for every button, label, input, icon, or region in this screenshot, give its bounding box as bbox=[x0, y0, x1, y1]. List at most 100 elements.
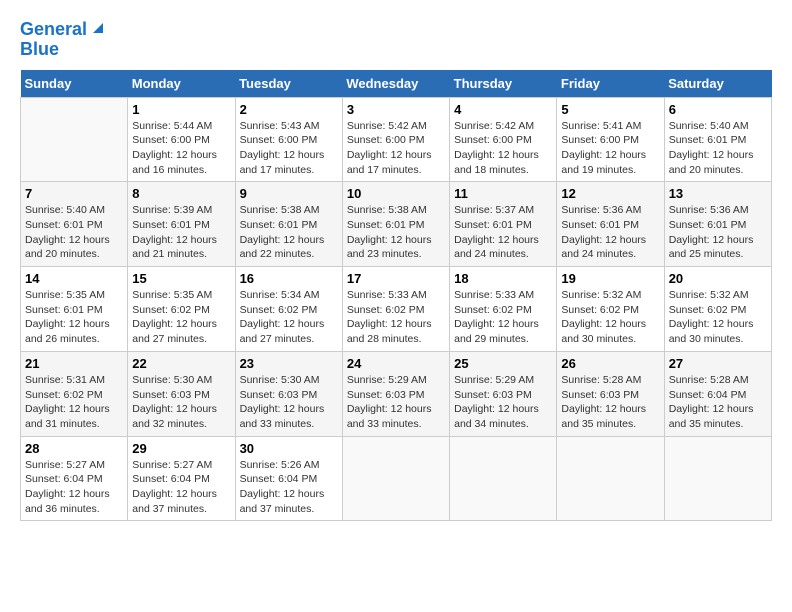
day-info: Sunrise: 5:31 AMSunset: 6:02 PMDaylight:… bbox=[25, 373, 123, 432]
calendar-cell bbox=[342, 436, 449, 521]
day-number: 21 bbox=[25, 356, 123, 371]
calendar-cell: 14 Sunrise: 5:35 AMSunset: 6:01 PMDayligh… bbox=[21, 267, 128, 352]
calendar-cell: 3Sunrise: 5:42 AMSunset: 6:00 PMDaylight… bbox=[342, 97, 449, 182]
calendar-cell: 9 Sunrise: 5:38 AMSunset: 6:01 PMDaylight… bbox=[235, 182, 342, 267]
calendar-cell bbox=[450, 436, 557, 521]
day-number: 19 bbox=[561, 271, 659, 286]
day-info: Sunrise: 5:40 AMSunset: 6:01 PMDaylight:… bbox=[25, 203, 123, 262]
day-info: Sunrise: 5:33 AMSunset: 6:02 PMDaylight:… bbox=[347, 288, 445, 347]
day-info: Sunrise: 5:28 AMSunset: 6:03 PMDaylight:… bbox=[561, 373, 659, 432]
day-info: Sunrise: 5:36 AMSunset: 6:01 PMDaylight:… bbox=[669, 203, 767, 262]
calendar-cell: 23 Sunrise: 5:30 AMSunset: 6:03 PMDayligh… bbox=[235, 351, 342, 436]
day-number: 7 bbox=[25, 186, 123, 201]
day-number: 8 bbox=[132, 186, 230, 201]
day-info: Sunrise: 5:26 AMSunset: 6:04 PMDaylight:… bbox=[240, 458, 338, 517]
day-number: 29 bbox=[132, 441, 230, 456]
calendar-table: SundayMondayTuesdayWednesdayThursdayFrid… bbox=[20, 70, 772, 522]
day-number: 27 bbox=[669, 356, 767, 371]
logo-blue: Blue bbox=[20, 40, 59, 60]
day-number: 30 bbox=[240, 441, 338, 456]
day-info: Sunrise: 5:32 AMSunset: 6:02 PMDaylight:… bbox=[669, 288, 767, 347]
calendar-cell: 15 Sunrise: 5:35 AMSunset: 6:02 PMDayligh… bbox=[128, 267, 235, 352]
day-number: 16 bbox=[240, 271, 338, 286]
day-info: Sunrise: 5:32 AMSunset: 6:02 PMDaylight:… bbox=[561, 288, 659, 347]
calendar-cell: 30 Sunrise: 5:26 AMSunset: 6:04 PMDayligh… bbox=[235, 436, 342, 521]
day-number: 13 bbox=[669, 186, 767, 201]
day-number: 28 bbox=[25, 441, 123, 456]
calendar-cell: 26 Sunrise: 5:28 AMSunset: 6:03 PMDayligh… bbox=[557, 351, 664, 436]
week-row-4: 21 Sunrise: 5:31 AMSunset: 6:02 PMDayligh… bbox=[21, 351, 772, 436]
day-number: 2 bbox=[240, 102, 338, 117]
calendar-header: SundayMondayTuesdayWednesdayThursdayFrid… bbox=[21, 70, 772, 98]
calendar-cell: 17 Sunrise: 5:33 AMSunset: 6:02 PMDayligh… bbox=[342, 267, 449, 352]
day-info: Sunrise: 5:29 AMSunset: 6:03 PMDaylight:… bbox=[454, 373, 552, 432]
calendar-cell: 6Sunrise: 5:40 AMSunset: 6:01 PMDaylight… bbox=[664, 97, 771, 182]
header-tuesday: Tuesday bbox=[235, 70, 342, 98]
day-number: 4 bbox=[454, 102, 552, 117]
day-info: Sunrise: 5:27 AMSunset: 6:04 PMDaylight:… bbox=[25, 458, 123, 517]
week-row-3: 14 Sunrise: 5:35 AMSunset: 6:01 PMDayligh… bbox=[21, 267, 772, 352]
calendar-body: 1Sunrise: 5:44 AMSunset: 6:00 PMDaylight… bbox=[21, 97, 772, 521]
header-saturday: Saturday bbox=[664, 70, 771, 98]
calendar-cell: 20Sunrise: 5:32 AMSunset: 6:02 PMDayligh… bbox=[664, 267, 771, 352]
header-wednesday: Wednesday bbox=[342, 70, 449, 98]
day-info: Sunrise: 5:33 AMSunset: 6:02 PMDaylight:… bbox=[454, 288, 552, 347]
header-thursday: Thursday bbox=[450, 70, 557, 98]
calendar-cell: 25 Sunrise: 5:29 AMSunset: 6:03 PMDayligh… bbox=[450, 351, 557, 436]
day-info: Sunrise: 5:30 AMSunset: 6:03 PMDaylight:… bbox=[240, 373, 338, 432]
day-number: 10 bbox=[347, 186, 445, 201]
day-info: Sunrise: 5:43 AMSunset: 6:00 PMDaylight:… bbox=[240, 119, 338, 178]
calendar-cell: 16 Sunrise: 5:34 AMSunset: 6:02 PMDayligh… bbox=[235, 267, 342, 352]
day-number: 15 bbox=[132, 271, 230, 286]
day-number: 3 bbox=[347, 102, 445, 117]
day-info: Sunrise: 5:40 AMSunset: 6:01 PMDaylight:… bbox=[669, 119, 767, 178]
logo-icon bbox=[89, 19, 107, 37]
header-monday: Monday bbox=[128, 70, 235, 98]
day-number: 25 bbox=[454, 356, 552, 371]
day-info: Sunrise: 5:35 AMSunset: 6:01 PMDaylight:… bbox=[25, 288, 123, 347]
logo: General Blue bbox=[20, 20, 107, 60]
header-row: SundayMondayTuesdayWednesdayThursdayFrid… bbox=[21, 70, 772, 98]
day-number: 26 bbox=[561, 356, 659, 371]
calendar-cell: 29Sunrise: 5:27 AMSunset: 6:04 PMDayligh… bbox=[128, 436, 235, 521]
calendar-cell: 13 Sunrise: 5:36 AMSunset: 6:01 PMDayligh… bbox=[664, 182, 771, 267]
calendar-cell: 18 Sunrise: 5:33 AMSunset: 6:02 PMDayligh… bbox=[450, 267, 557, 352]
day-info: Sunrise: 5:34 AMSunset: 6:02 PMDaylight:… bbox=[240, 288, 338, 347]
calendar-cell: 2 Sunrise: 5:43 AMSunset: 6:00 PMDaylight… bbox=[235, 97, 342, 182]
day-number: 12 bbox=[561, 186, 659, 201]
calendar-cell: 10 Sunrise: 5:38 AMSunset: 6:01 PMDayligh… bbox=[342, 182, 449, 267]
week-row-2: 7 Sunrise: 5:40 AMSunset: 6:01 PMDaylight… bbox=[21, 182, 772, 267]
page-header: General Blue bbox=[20, 20, 772, 60]
calendar-cell: 4Sunrise: 5:42 AMSunset: 6:00 PMDaylight… bbox=[450, 97, 557, 182]
day-number: 9 bbox=[240, 186, 338, 201]
calendar-cell: 8Sunrise: 5:39 AMSunset: 6:01 PMDaylight… bbox=[128, 182, 235, 267]
day-info: Sunrise: 5:37 AMSunset: 6:01 PMDaylight:… bbox=[454, 203, 552, 262]
calendar-cell: 12 Sunrise: 5:36 AMSunset: 6:01 PMDayligh… bbox=[557, 182, 664, 267]
week-row-1: 1Sunrise: 5:44 AMSunset: 6:00 PMDaylight… bbox=[21, 97, 772, 182]
calendar-cell bbox=[21, 97, 128, 182]
calendar-cell bbox=[557, 436, 664, 521]
calendar-cell: 22Sunrise: 5:30 AMSunset: 6:03 PMDayligh… bbox=[128, 351, 235, 436]
calendar-cell: 19 Sunrise: 5:32 AMSunset: 6:02 PMDayligh… bbox=[557, 267, 664, 352]
calendar-cell: 7 Sunrise: 5:40 AMSunset: 6:01 PMDaylight… bbox=[21, 182, 128, 267]
day-info: Sunrise: 5:41 AMSunset: 6:00 PMDaylight:… bbox=[561, 119, 659, 178]
calendar-cell: 21 Sunrise: 5:31 AMSunset: 6:02 PMDayligh… bbox=[21, 351, 128, 436]
day-number: 18 bbox=[454, 271, 552, 286]
calendar-cell: 28 Sunrise: 5:27 AMSunset: 6:04 PMDayligh… bbox=[21, 436, 128, 521]
day-number: 14 bbox=[25, 271, 123, 286]
calendar-cell: 27Sunrise: 5:28 AMSunset: 6:04 PMDayligh… bbox=[664, 351, 771, 436]
day-info: Sunrise: 5:30 AMSunset: 6:03 PMDaylight:… bbox=[132, 373, 230, 432]
header-friday: Friday bbox=[557, 70, 664, 98]
day-info: Sunrise: 5:44 AMSunset: 6:00 PMDaylight:… bbox=[132, 119, 230, 178]
calendar-cell: 11Sunrise: 5:37 AMSunset: 6:01 PMDayligh… bbox=[450, 182, 557, 267]
day-info: Sunrise: 5:38 AMSunset: 6:01 PMDaylight:… bbox=[240, 203, 338, 262]
day-number: 24 bbox=[347, 356, 445, 371]
day-number: 23 bbox=[240, 356, 338, 371]
day-info: Sunrise: 5:38 AMSunset: 6:01 PMDaylight:… bbox=[347, 203, 445, 262]
day-info: Sunrise: 5:29 AMSunset: 6:03 PMDaylight:… bbox=[347, 373, 445, 432]
day-number: 5 bbox=[561, 102, 659, 117]
calendar-cell: 1Sunrise: 5:44 AMSunset: 6:00 PMDaylight… bbox=[128, 97, 235, 182]
day-info: Sunrise: 5:36 AMSunset: 6:01 PMDaylight:… bbox=[561, 203, 659, 262]
day-info: Sunrise: 5:35 AMSunset: 6:02 PMDaylight:… bbox=[132, 288, 230, 347]
day-number: 17 bbox=[347, 271, 445, 286]
